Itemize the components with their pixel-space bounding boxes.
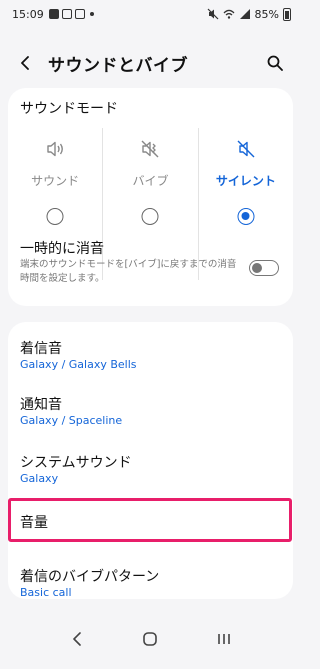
mode-label-silent: サイレント <box>215 174 276 188</box>
status-bar: 15:09 85% <box>0 0 301 28</box>
vibration-pattern-label: 着信のバイブパターン <box>20 569 160 585</box>
page-title: サウンドとバイブ <box>48 55 188 76</box>
search-button[interactable] <box>263 51 287 75</box>
volume-highlight-box <box>8 498 292 542</box>
list-item-ringtone[interactable]: 着信音 Galaxy / Galaxy Bells <box>8 332 293 382</box>
radio-sound[interactable] <box>46 208 64 225</box>
ringtone-value: Galaxy / Galaxy Bells <box>20 358 137 371</box>
signal-icon <box>239 9 250 19</box>
wifi-icon <box>223 9 235 19</box>
temporary-mute-title: 一時的に消音 <box>20 241 104 257</box>
notification-image-icon <box>61 9 72 19</box>
mode-label-vibrate: バイブ <box>132 174 169 188</box>
battery-percent: 85% <box>254 7 279 21</box>
status-right: 85% <box>207 7 291 21</box>
more-notifications-icon <box>89 12 94 16</box>
list-item-notification-sound[interactable]: 通知音 Galaxy / Spaceline <box>8 388 293 438</box>
notification-sound-label: 通知音 <box>20 397 62 413</box>
battery-icon <box>283 7 291 21</box>
vibration-pattern-value: Basic call <box>20 586 72 599</box>
temporary-mute-toggle[interactable] <box>249 260 279 276</box>
ringtone-label: 着信音 <box>20 341 62 357</box>
nav-home-icon <box>143 631 158 646</box>
app-header: サウンドとバイブ <box>0 40 301 86</box>
notification-sound-value: Galaxy / Spaceline <box>20 414 123 427</box>
nav-back-button[interactable] <box>65 627 89 651</box>
temporary-mute-description: 端末のサウンドモードを[バイブ]に戻すまでの消音時間を設定します。 <box>20 259 237 284</box>
nav-back-icon <box>73 631 81 646</box>
notification-app-icon <box>48 9 59 19</box>
navigation-bar <box>0 608 301 669</box>
status-time: 15:09 <box>12 7 44 21</box>
list-item-vibration-pattern[interactable]: 着信のバイブパターン Basic call <box>8 560 293 600</box>
notification-icons <box>48 9 94 19</box>
mute-status-icon <box>207 8 218 20</box>
system-sound-value: Galaxy <box>20 472 59 485</box>
speaker-icon <box>47 141 64 157</box>
nav-home-button[interactable] <box>138 627 162 651</box>
system-sound-label: システムサウンド <box>20 455 132 471</box>
notification-message-icon <box>74 9 85 19</box>
radio-vibrate[interactable] <box>141 208 159 225</box>
nav-recents-icon <box>218 633 230 644</box>
sound-mode-title: サウンドモード <box>20 101 118 117</box>
list-item-system-sound[interactable]: システムサウンド Galaxy <box>8 446 293 496</box>
search-icon <box>267 55 283 71</box>
back-button[interactable] <box>14 51 38 75</box>
sound-mode-card: サウンドモード サウンド バイブ サイレント 一時的に消音 端末のサウンドモード… <box>8 88 293 306</box>
sound-settings-card: 着信音 Galaxy / Galaxy Bells 通知音 Galaxy / S… <box>8 322 293 599</box>
mode-label-sound: サウンド <box>31 174 80 188</box>
vibrate-icon <box>141 140 159 158</box>
back-arrow-icon <box>21 56 29 70</box>
mute-icon <box>237 140 255 158</box>
radio-silent[interactable] <box>237 208 255 225</box>
nav-recents-button[interactable] <box>212 627 236 651</box>
